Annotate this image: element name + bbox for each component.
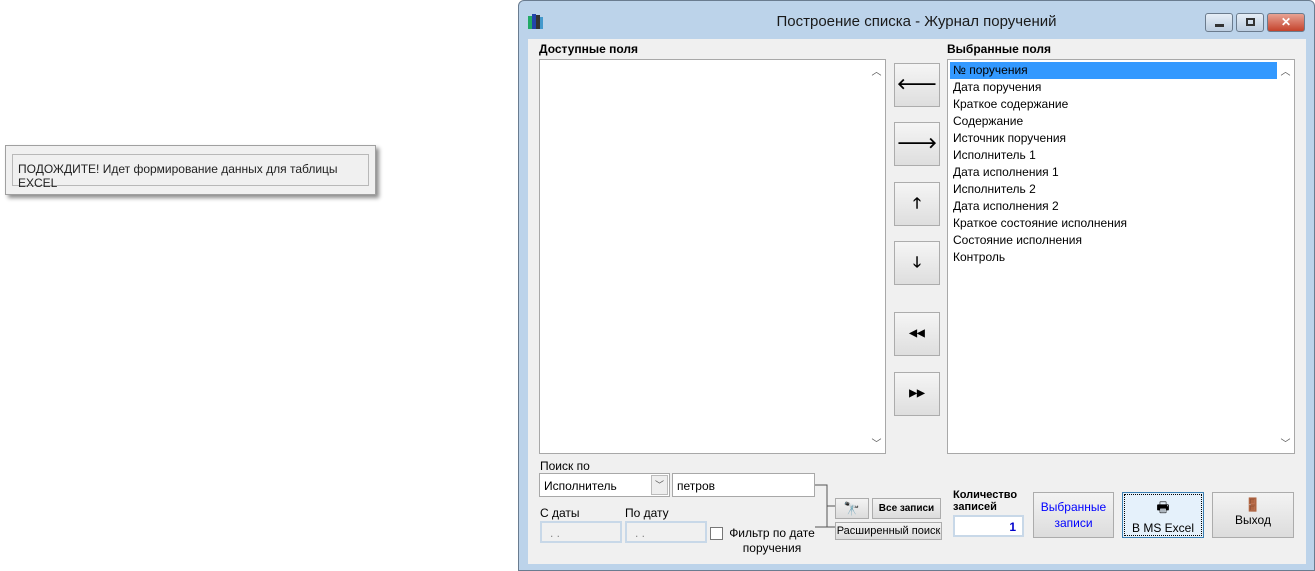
search-field-value: Исполнитель (544, 479, 617, 493)
move-right-button[interactable]: 🡒 (894, 122, 940, 166)
all-records-button[interactable]: Все записи (872, 498, 941, 519)
scrollbar[interactable]: ︿ ﹀ (1277, 60, 1294, 453)
move-all-right-button[interactable]: ▶▶ (894, 372, 940, 416)
advanced-search-button[interactable]: Расширенный поиск (835, 522, 942, 540)
list-item[interactable]: № поручения (950, 62, 1277, 79)
move-down-button[interactable]: 🡓 (894, 241, 940, 285)
scrollbar[interactable]: ︿ ﹀ (868, 60, 885, 453)
exit-label: Выход (1235, 513, 1271, 527)
exit-door-icon: 🚪 (1244, 497, 1262, 512)
list-item[interactable]: Дата исполнения 2 (950, 198, 1277, 215)
list-item[interactable]: Краткое содержание (950, 96, 1277, 113)
list-item[interactable]: Контроль (950, 249, 1277, 266)
from-date-label: С даты (540, 506, 580, 520)
list-item[interactable]: Исполнитель 1 (950, 147, 1277, 164)
records-count-field: 1 (953, 515, 1024, 537)
binoculars-icon: 🔭 (843, 501, 861, 516)
wait-dialog: ПОДОЖДИТЕ! Идет формирование данных для … (5, 145, 376, 195)
available-fields-label: Доступные поля (539, 42, 639, 56)
available-fields-list[interactable]: ︿ ﹀ (539, 59, 886, 454)
date-filter-checkbox[interactable] (710, 527, 723, 540)
export-excel-button[interactable]: 🖶 В MS Excel (1122, 492, 1204, 538)
search-field-select[interactable]: Исполнитель ﹀ (539, 473, 670, 497)
minimize-button[interactable] (1205, 13, 1233, 32)
to-date-input[interactable]: . . (625, 521, 707, 543)
search-input[interactable]: петров (672, 473, 815, 497)
list-item[interactable]: Дата поручения (950, 79, 1277, 96)
move-up-button[interactable]: 🡑 (894, 182, 940, 226)
selected-records-button[interactable]: Выбранные записи (1033, 492, 1114, 538)
chevron-down-icon[interactable]: ﹀ (651, 475, 668, 495)
close-button[interactable]: ✕ (1267, 13, 1305, 32)
find-button[interactable]: 🔭 (835, 498, 869, 519)
list-item[interactable]: Дата исполнения 1 (950, 164, 1277, 181)
wait-message: ПОДОЖДИТЕ! Идет формирование данных для … (12, 154, 369, 190)
list-item[interactable]: Источник поручения (950, 130, 1277, 147)
printer-icon: 🖶 (1156, 499, 1170, 515)
list-item[interactable]: Состояние исполнения (950, 232, 1277, 249)
date-filter-label: Фильтр по дате поручения (729, 526, 815, 555)
from-date-input[interactable]: . . (540, 521, 622, 543)
list-item[interactable]: Содержание (950, 113, 1277, 130)
move-left-button[interactable]: 🡐 (894, 63, 940, 107)
window-title: Построение списка - Журнал поручений (776, 13, 1057, 30)
selected-fields-label: Выбранные поля (947, 42, 1051, 56)
move-all-left-button[interactable]: ◀◀ (894, 312, 940, 356)
search-by-label: Поиск по (540, 459, 590, 473)
client-area: Доступные поля ︿ ﹀ 🡐 🡒 🡑 🡓 ◀◀ ▶▶ Выбранны… (528, 39, 1306, 564)
to-date-label: По дату (625, 506, 669, 520)
list-item[interactable]: Исполнитель 2 (950, 181, 1277, 198)
list-builder-window: Построение списка - Журнал поручений ✕ Д… (518, 0, 1315, 571)
list-item[interactable]: Краткое состояние исполнения (950, 215, 1277, 232)
maximize-button[interactable] (1236, 13, 1264, 32)
exit-button[interactable]: 🚪 Выход (1212, 492, 1294, 538)
selected-fields-list[interactable]: № поручения Дата поручения Краткое содержа… (947, 59, 1295, 454)
export-excel-label: В MS Excel (1131, 521, 1194, 535)
records-count-label: Количество записей (953, 489, 1018, 513)
